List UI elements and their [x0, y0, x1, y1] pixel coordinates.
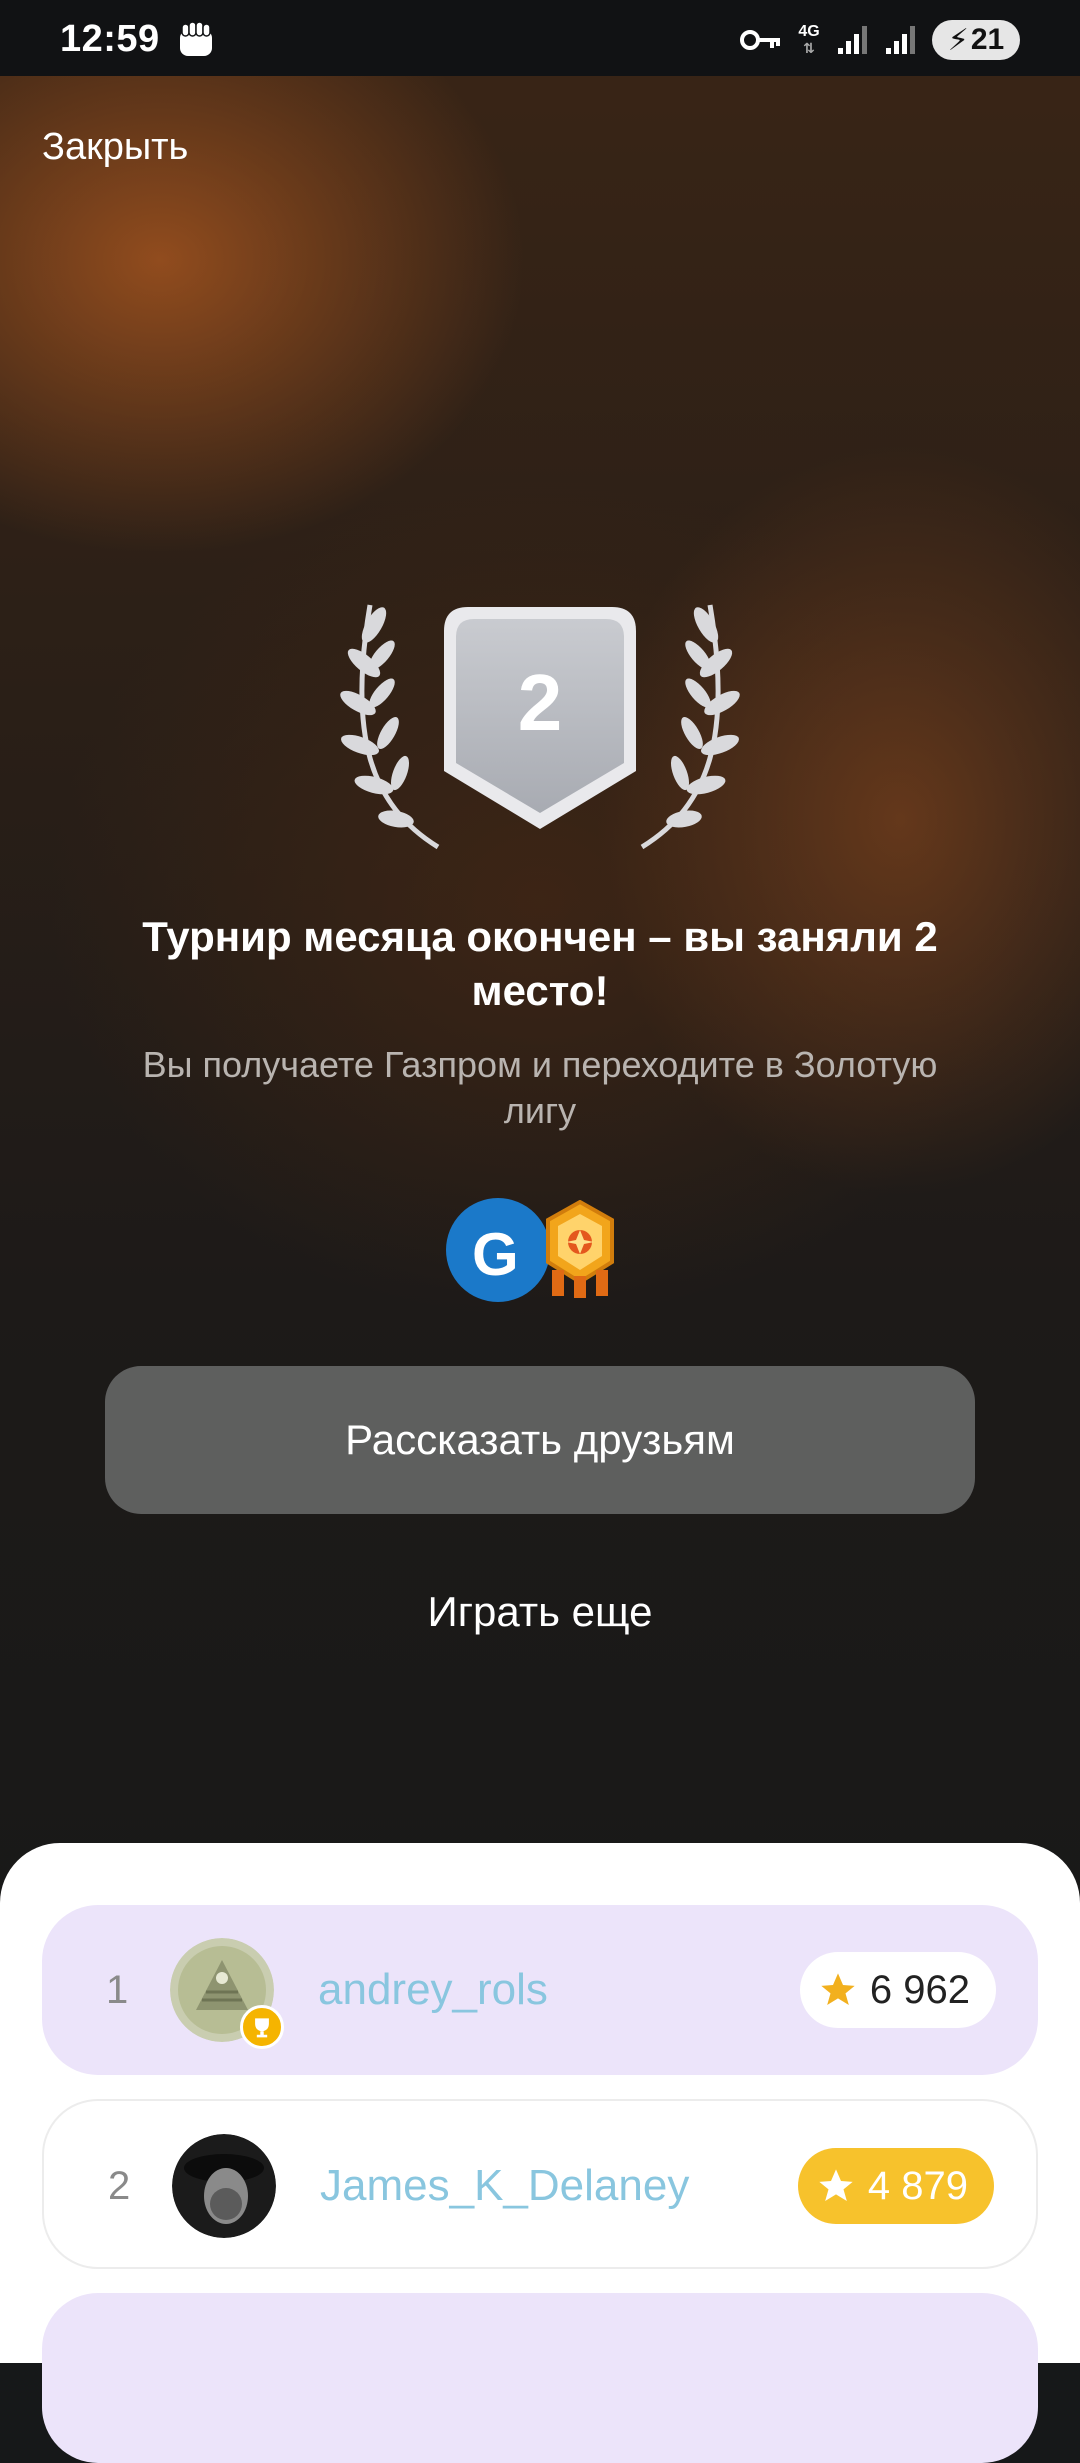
rank-number: 2: [108, 2164, 131, 2208]
close-button[interactable]: Закрыть: [42, 126, 188, 169]
rewards: G: [446, 1198, 626, 1304]
status-bar: 12:59 4G ⇅ ⚡ 21: [0, 0, 1080, 76]
leaderboard-sheet[interactable]: 1 andrey_rols 6 962 2 James_K_Delaney 4 …: [0, 1843, 1080, 2463]
avatar: [172, 2134, 276, 2238]
laurel-left-icon: [340, 604, 440, 850]
gold-league-icon: [546, 1200, 614, 1298]
result-subtitle: Вы получаете Газпром и переходите в Золо…: [142, 1044, 938, 1131]
status-icons: 4G ⇅ ⚡ 21: [740, 18, 1020, 62]
score-value: 6 962: [869, 1967, 970, 2012]
charging-icon: ⚡: [947, 23, 969, 57]
star-icon: [821, 1973, 855, 2005]
laurel-right-icon: [640, 604, 740, 850]
score-badge: 6 962: [799, 1952, 996, 2028]
signal-icon: [838, 26, 867, 54]
place-badge: 2: [330, 585, 750, 865]
trophy-icon: [240, 2005, 284, 2049]
battery-indicator: ⚡ 21: [932, 20, 1020, 60]
place-number: 2: [517, 658, 563, 747]
username[interactable]: andrey_rols: [318, 1905, 548, 2075]
result-title: Турнир месяца окончен – вы заняли 2 мест…: [142, 913, 938, 1014]
battery-level: 21: [970, 23, 1005, 56]
score-badge: 4 879: [797, 2148, 994, 2224]
leaderboard-row[interactable]: 2 James_K_Delaney 4 879: [42, 2099, 1038, 2269]
signal-icon-2: [886, 26, 915, 54]
leaderboard-row-partial[interactable]: [42, 2293, 1038, 2463]
fist-icon: [180, 21, 212, 56]
username[interactable]: James_K_Delaney: [320, 2101, 689, 2271]
vpn-key-icon: [740, 30, 780, 50]
leaderboard-row[interactable]: 1 andrey_rols 6 962: [42, 1905, 1038, 2075]
rank-number: 1: [106, 1968, 129, 2012]
share-with-friends-button[interactable]: Рассказать друзьям: [105, 1366, 975, 1514]
score-value: 4 879: [867, 2163, 968, 2208]
star-icon: [819, 2169, 853, 2201]
gazprom-logo-icon: G: [446, 1198, 550, 1302]
network-type: 4G ⇅: [798, 23, 820, 57]
clock: 12:59: [60, 18, 160, 60]
play-again-button[interactable]: Играть еще: [340, 1588, 740, 1636]
